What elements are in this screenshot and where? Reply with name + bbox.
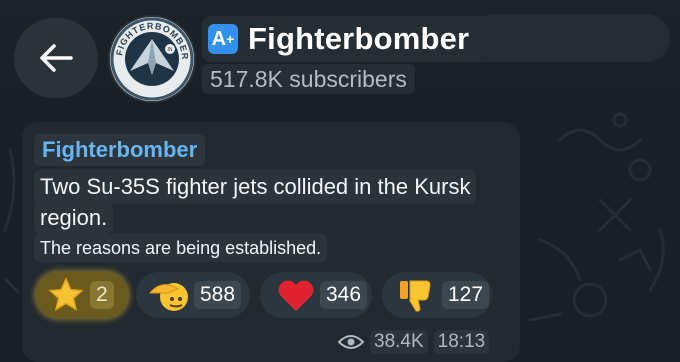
subscriber-count: 517.8K subscribers [202,64,415,94]
reaction-count: 127 [442,281,490,309]
fighterbomber-logo: IN FIGHTERBOMBER [110,17,194,101]
message-meta: 38.4K 18:13 [338,330,490,354]
message-text-line: The reasons are being established. [34,234,328,262]
chat-header: IN FIGHTERBOMBER A + Fighterbomber 517.8K… [0,0,680,108]
message-time: 18:13 [433,330,490,354]
star-icon [48,277,84,311]
view-count: 38.4K [370,330,428,354]
saluting-face-icon [148,283,188,311]
reaction-count: 588 [194,281,242,309]
reaction-count: 346 [320,281,368,309]
reaction-count: 2 [90,281,114,309]
reaction-star[interactable]: 2 [36,272,128,318]
message-sender[interactable]: Fighterbomber [34,134,206,166]
reaction-heart[interactable]: 346 [260,272,372,318]
arrow-left-icon [40,44,73,72]
thumbs-down-icon [400,280,431,312]
avatar-center-text: IN [168,47,173,53]
message-text-line: region. [34,202,114,234]
reaction-salute[interactable]: 588 [136,272,250,318]
channel-name: Fighterbomber [248,21,470,56]
reaction-thumbs-down[interactable]: 127 [382,272,492,318]
channel-title[interactable]: A + Fighterbomber [202,16,508,62]
back-button[interactable] [14,18,98,98]
channel-avatar[interactable]: IN FIGHTERBOMBER [110,17,194,101]
heart-icon [278,280,314,311]
channel-badge-icon: A + [208,24,238,54]
message-text-line: Two Su-35S fighter jets collided in the … [34,170,477,204]
header-actions-area [470,14,670,62]
